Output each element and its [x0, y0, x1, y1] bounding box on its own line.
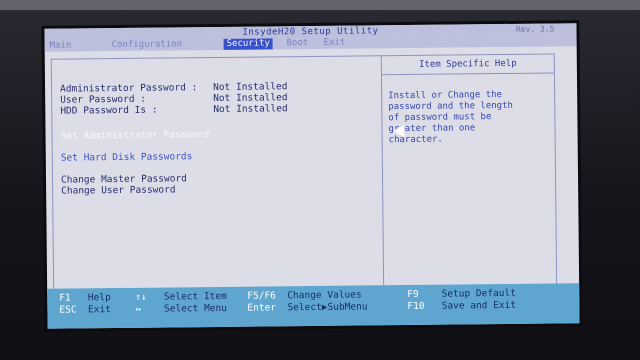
change-user-password-option[interactable]: Change User Password	[61, 184, 175, 196]
help-panel: Item Specific Help Install or Change the…	[380, 53, 558, 308]
f10-save-exit-key[interactable]: F10 Save and Exit	[407, 300, 516, 312]
menu-main[interactable]: Main	[47, 40, 75, 51]
version-label: Rev. 3.5	[515, 24, 555, 34]
set-hdd-passwords-option[interactable]: Set Hard Disk Passwords	[61, 151, 193, 163]
menu-security[interactable]: Security	[223, 38, 274, 50]
bios-screen: InsydeH20 Setup Utility Rev. 3.5 Main Co…	[44, 23, 580, 329]
hdd-password-value: Not Installed	[213, 103, 288, 116]
f9-setup-default-key[interactable]: F9 Setup Default	[407, 288, 516, 300]
leftright-select-menu-key[interactable]: ↔ Select Menu	[135, 303, 227, 315]
admin-password-status: Administrator Password : Not Installed	[60, 80, 380, 94]
set-admin-password-option[interactable]: Set Administrator Password	[61, 129, 210, 142]
admin-password-value: Not Installed	[213, 81, 288, 94]
f5f6-change-values-key[interactable]: F5/F6 Change Values	[247, 289, 362, 301]
esc-exit-key[interactable]: ESC Exit	[59, 304, 111, 316]
menu-boot[interactable]: Boot	[284, 38, 312, 49]
hdd-password-label: HDD Password Is :	[60, 104, 158, 117]
key-legend-bar: F1 Help ESC Exit ↑↓ Select Item ↔ Select…	[47, 283, 580, 329]
help-text: Install or Change the password and the l…	[388, 90, 513, 146]
settings-panel: Administrator Password : Not Installed U…	[50, 55, 385, 311]
top-edge	[0, 0, 640, 10]
enter-submenu-key[interactable]: Enter Select▶SubMenu	[247, 301, 367, 313]
help-title: Item Specific Help	[381, 54, 554, 76]
user-password-value: Not Installed	[213, 92, 288, 105]
updown-select-item-key[interactable]: ↑↓ Select Item	[135, 291, 227, 303]
menu-configuration[interactable]: Configuration	[109, 39, 186, 51]
menu-exit[interactable]: Exit	[321, 38, 349, 49]
f1-help-key[interactable]: F1 Help	[59, 292, 111, 304]
